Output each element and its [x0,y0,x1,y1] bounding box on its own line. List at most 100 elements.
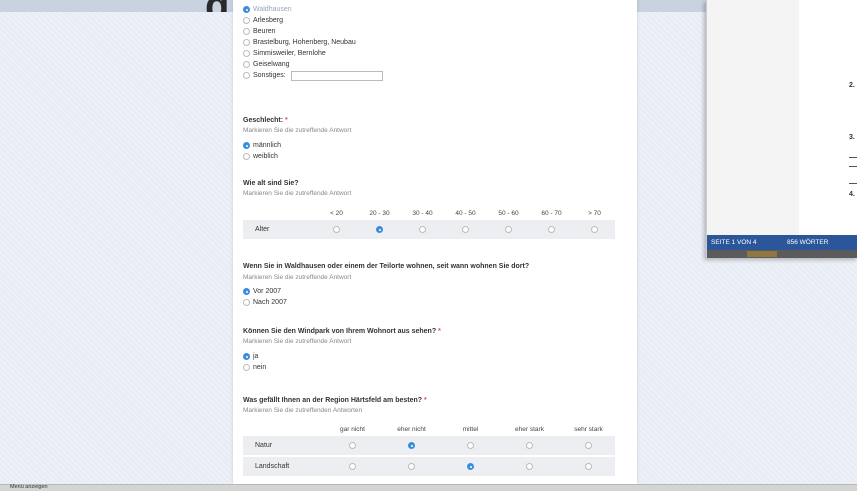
residence-option-label: Geiselwang [253,61,290,68]
doc-rule [849,166,857,167]
residence-option-label: Arlesberg [253,17,283,24]
radio-button[interactable] [243,364,250,371]
gender-question-hint: Markieren Sie die zutreffende Antwort [243,127,352,134]
radio-button[interactable] [585,442,592,449]
matrix-column-header: 40 - 50 [455,209,476,217]
windpark-option[interactable]: ja [243,351,266,362]
windpark-question-hint: Markieren Sie die zutreffende Antwort [243,338,352,345]
age-question-title: Wie alt sind Sie? [243,180,299,187]
word-count[interactable]: 856 WÖRTER [787,235,828,250]
matrix-row-label: Alter [255,226,270,233]
page-count[interactable]: SEITE 1 VON 4 [711,235,757,250]
radio-button[interactable] [505,226,512,233]
matrix-cell[interactable] [559,436,618,455]
other-residence-input[interactable] [290,70,383,81]
radio-button[interactable] [243,39,250,46]
residence-option-label: Waldhausen [253,6,292,13]
radio-button[interactable] [243,142,250,149]
residence-option[interactable]: Brastelburg, Hohenberg, Neubau [243,37,383,48]
radio-button[interactable] [243,6,250,13]
radio-button[interactable] [243,299,250,306]
matrix-cell[interactable] [401,220,444,239]
matrix-column-header: > 70 [588,209,601,217]
word-navigation-pane [707,0,800,245]
radio-button[interactable] [333,226,340,233]
matrix-row: Alter [243,220,615,239]
matrix-cell[interactable] [500,457,559,476]
residence-since-option-label: Vor 2007 [253,288,282,295]
radio-button[interactable] [585,463,592,470]
matrix-cell[interactable] [500,436,559,455]
matrix-cell[interactable] [573,220,616,239]
matrix-cell[interactable] [487,220,530,239]
residence-option[interactable]: Geiselwang [243,59,383,70]
gender-option[interactable]: weiblich [243,151,281,162]
radio-button[interactable] [408,463,415,470]
radio-button[interactable] [462,226,469,233]
residence-since-option[interactable]: Vor 2007 [243,286,287,297]
matrix-row-label: Natur [255,442,273,449]
residence-since-options: Vor 2007 Nach 2007 [243,286,287,308]
radio-button[interactable] [243,288,250,295]
radio-button[interactable] [243,50,250,57]
matrix-column-header: 60 - 70 [541,209,562,217]
matrix-column-header: eher stark [515,425,544,433]
residence-since-option-label: Nach 2007 [253,299,287,306]
radio-button[interactable] [243,28,250,35]
radio-button[interactable] [243,153,250,160]
doc-rule [849,183,857,184]
radio-button[interactable] [548,226,555,233]
gender-question-title: Geschlecht: * [243,117,288,124]
matrix-cell[interactable] [441,436,500,455]
residence-since-option[interactable]: Nach 2007 [243,297,287,308]
matrix-column-header: 50 - 60 [498,209,519,217]
radio-button[interactable] [591,226,598,233]
residence-option-label: Brastelburg, Hohenberg, Neubau [253,39,356,46]
windpark-option-label: nein [253,364,267,371]
matrix-column-header: mittel [462,425,479,433]
residence-option[interactable]: Sonstiges: [243,70,383,81]
radio-button[interactable] [243,72,250,79]
radio-button[interactable] [349,463,356,470]
radio-button[interactable] [467,463,474,470]
matrix-cell[interactable] [315,220,358,239]
matrix-column-header: eher nicht [397,425,426,433]
matrix-cell[interactable] [444,220,487,239]
radio-button[interactable] [526,442,533,449]
radio-button[interactable] [376,226,383,233]
residence-option[interactable]: Simmisweiler, Bernlohe [243,48,383,59]
matrix-header-row: < 20 20 - 30 30 - 40 40 - 50 50 - 60 60 - 70 >… [243,206,615,220]
matrix-cell[interactable] [382,457,441,476]
radio-button[interactable] [526,463,533,470]
word-status-bar: SEITE 1 VON 4 856 WÖRTER [707,235,857,250]
residence-option[interactable]: Beuren [243,26,383,37]
residence-option[interactable]: Waldhausen [243,4,383,15]
windpark-question-title: Können Sie den Windpark von Ihrem Wohnor… [243,328,441,335]
matrix-column-header: gar nicht [340,425,365,433]
matrix-cell[interactable] [530,220,573,239]
region-question-hint: Markieren Sie die zutreffenden Antworten [243,407,363,414]
matrix-cell[interactable] [323,457,382,476]
doc-heading-number: 4. [849,191,855,198]
matrix-header-row: gar nicht eher nicht mittel eher stark sehr … [243,422,615,436]
region-matrix: gar nicht eher nicht mittel eher stark sehr … [243,422,615,476]
radio-button[interactable] [243,353,250,360]
matrix-cell[interactable] [441,457,500,476]
radio-button[interactable] [349,442,356,449]
residence-option[interactable]: Arlesberg [243,15,383,26]
matrix-cell[interactable] [559,457,618,476]
radio-button[interactable] [419,226,426,233]
radio-button[interactable] [467,442,474,449]
radio-button[interactable] [243,17,250,24]
age-matrix: < 20 20 - 30 30 - 40 40 - 50 50 - 60 60 - 70 >… [243,206,615,239]
matrix-column-header: 30 - 40 [412,209,433,217]
windpark-option[interactable]: nein [243,362,266,373]
matrix-cell[interactable] [323,436,382,455]
matrix-cell[interactable] [358,220,401,239]
matrix-cell[interactable] [382,436,441,455]
word-taskbar-thumbnail [747,251,777,257]
radio-button[interactable] [408,442,415,449]
word-document-page: 2. 3. 4. [799,0,857,245]
gender-option[interactable]: männlich [243,140,281,151]
radio-button[interactable] [243,61,250,68]
